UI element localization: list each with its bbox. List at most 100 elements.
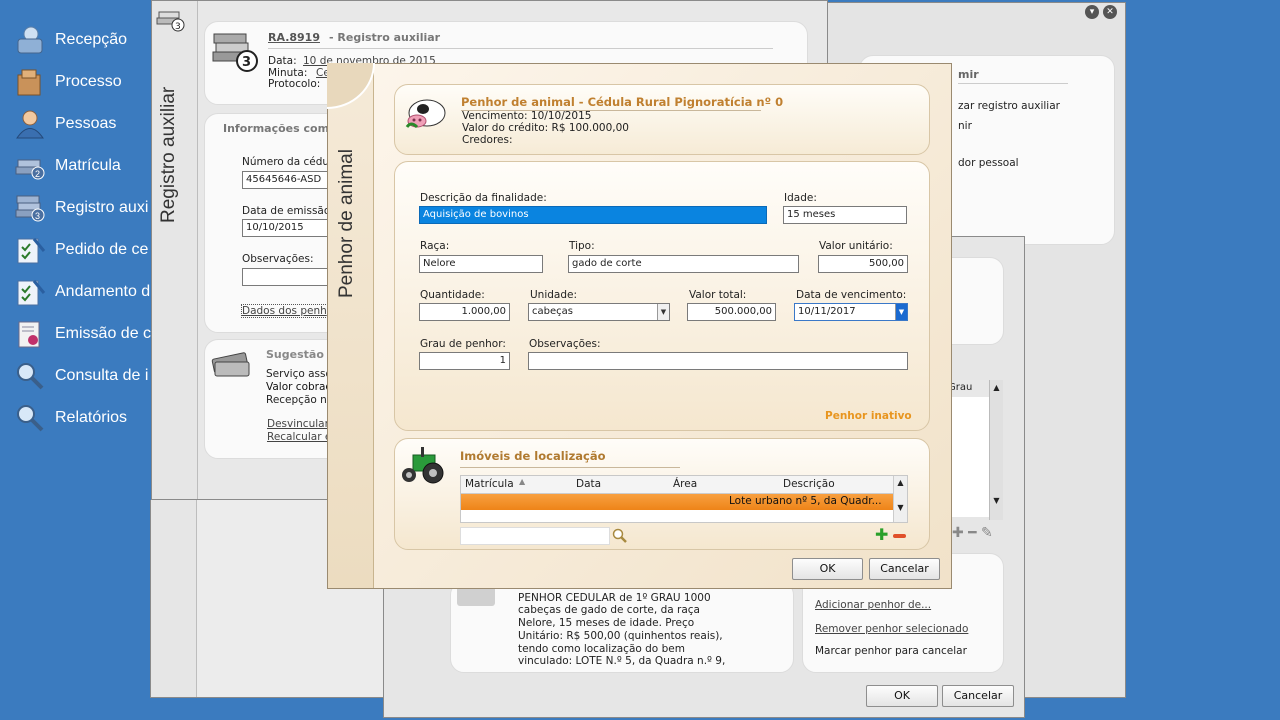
registro-subtitle: - Registro auxiliar <box>329 31 441 44</box>
vencimento-text: Vencimento: 10/10/2015 <box>462 110 592 122</box>
books-2-icon: 2 <box>14 151 46 181</box>
protocolo-label: Protocolo: <box>268 78 321 90</box>
valor-total-label: Valor total: <box>689 289 747 301</box>
sidebar-item-label: Registro auxi <box>55 199 149 216</box>
obs-label: Observações: <box>242 253 314 265</box>
servico-text: Serviço asso <box>266 368 332 380</box>
mid-cancel-button[interactable]: Cancelar <box>942 685 1014 707</box>
emissao-label: Data de emissão <box>242 205 331 217</box>
right-line[interactable]: nir <box>958 120 972 132</box>
unidade-value: cabeças <box>532 306 573 317</box>
sidebar-item-processo[interactable]: Processo <box>14 67 122 97</box>
descricao-input[interactable]: Aquisição de bovinos <box>419 206 767 224</box>
sidebar-item-recepcao[interactable]: Recepção <box>14 25 127 55</box>
table-row[interactable]: Lote urbano nº 5, da Quadr... <box>461 494 895 510</box>
idade-input[interactable]: 15 meses <box>783 206 907 224</box>
grid-scrollbar[interactable]: ▲ ▼ <box>893 476 907 522</box>
penhor-vertical-title: Penhor de animal <box>336 149 357 298</box>
add-remove-edit-icon[interactable]: ✚ ━ ✎ <box>952 525 993 541</box>
svg-text:3: 3 <box>35 211 40 221</box>
column-matricula[interactable]: Matrícula <box>465 478 514 490</box>
sidebar-item-matricula[interactable]: 2 Matrícula <box>14 151 121 181</box>
sidebar-item-label: Pedido de ce <box>55 241 149 258</box>
sidebar-item-label: Pessoas <box>55 115 117 132</box>
column-descricao[interactable]: Descrição <box>783 478 835 490</box>
obs-input[interactable] <box>528 352 908 370</box>
description-line: Unitário: R$ 500,00 (quinhentos reais), <box>518 630 723 642</box>
books-3-icon: 3 <box>154 3 188 33</box>
money-icon <box>457 586 495 606</box>
valor-credito-text: Valor do crédito: R$ 100.000,00 <box>462 122 629 134</box>
sidebar-item-pessoas[interactable]: Pessoas <box>14 109 116 139</box>
data-vencimento-value: 10/11/2017 <box>798 306 856 317</box>
grau-label: Grau de penhor: <box>420 338 506 350</box>
column-area[interactable]: Área <box>673 478 697 490</box>
scrollbar[interactable]: ▲ ▼ <box>989 380 1003 520</box>
sidebar-item-andamento[interactable]: Andamento d <box>14 277 150 307</box>
raca-input[interactable]: Nelore <box>419 255 543 273</box>
remove-icon[interactable] <box>893 534 906 538</box>
sidebar-item-emissao[interactable]: Emissão de c <box>14 319 151 349</box>
chevron-down-icon[interactable]: ▼ <box>657 304 669 320</box>
cow-icon <box>399 93 449 133</box>
right-panel-heading: mir <box>958 68 979 81</box>
penhor-title: Penhor de animal - Cédula Rural Pignorat… <box>461 95 784 109</box>
remove-penhor-link[interactable]: Remover penhor selecionado <box>815 623 968 635</box>
data-vencimento-select[interactable]: 10/11/2017 ▼ <box>794 303 908 321</box>
registro-code-link[interactable]: RA.8919 <box>268 31 320 44</box>
numero-label: Número da cédu <box>242 156 330 168</box>
add-icon[interactable]: ✚ <box>875 527 889 543</box>
close-icon[interactable]: ✕ <box>1103 5 1117 19</box>
reception-icon <box>14 25 46 55</box>
sidebar-item-label: Recepção <box>55 31 128 48</box>
valor-unitario-input[interactable]: 500,00 <box>818 255 908 273</box>
imoveis-search-input[interactable] <box>460 527 610 545</box>
tractor-icon <box>397 443 449 487</box>
quantidade-label: Quantidade: <box>420 289 485 301</box>
sidebar-item-registro[interactable]: 3 Registro auxi <box>14 193 148 223</box>
sidebar-item-label: Consulta de i <box>55 367 149 384</box>
mark-penhor-cancel[interactable]: Marcar penhor para cancelar <box>815 645 967 657</box>
desvincular-link[interactable]: Desvincular <box>267 418 329 430</box>
checklist-icon <box>14 235 46 265</box>
description-line: Nelore, 15 meses de idade. Preço <box>518 617 695 629</box>
valor-total-input[interactable]: 500.000,00 <box>687 303 776 321</box>
registro-vertical-title: Registro auxiliar <box>158 86 179 223</box>
description-line: cabeças de gado de corte, da raça <box>518 604 700 616</box>
ok-button[interactable]: OK <box>792 558 863 580</box>
sidebar-item-consulta[interactable]: Consulta de i <box>14 361 148 391</box>
penhor-vertical-tab: Penhor de animal <box>328 64 374 588</box>
grid-header: Matrícula ▲ Data Área Descrição <box>461 476 895 494</box>
checklist-icon <box>14 277 46 307</box>
svg-text:2: 2 <box>35 169 40 179</box>
cancel-button[interactable]: Cancelar <box>869 558 940 580</box>
valor-unitario-label: Valor unitário: <box>819 240 893 252</box>
money-icon <box>209 348 253 382</box>
right-line[interactable]: zar registro auxiliar <box>958 100 1060 112</box>
sugestao-title: Sugestão <box>266 348 324 361</box>
chevron-down-icon[interactable]: ▼ <box>895 304 907 320</box>
sidebar-item-label: Emissão de c <box>55 325 152 342</box>
search-icon[interactable] <box>612 528 628 544</box>
tipo-input[interactable]: gado de corte <box>568 255 799 273</box>
description-line: vinculado: LOTE N.º 5, da Quadra n.º 9, <box>518 655 726 667</box>
books-3-icon: 3 <box>14 193 46 223</box>
description-line: tendo como localização do bem <box>518 643 685 655</box>
right-line[interactable]: dor pessoal <box>958 157 1019 169</box>
mid-ok-button[interactable]: OK <box>866 685 938 707</box>
minimize-icon[interactable]: ▾ <box>1085 5 1099 19</box>
sidebar-item-relatorios[interactable]: Relatórios <box>14 403 127 433</box>
dados-penhor-link[interactable]: Dados dos penh <box>241 304 328 318</box>
grau-input[interactable]: 1 <box>419 352 510 370</box>
imoveis-grid: Matrícula ▲ Data Área Descrição Lote urb… <box>460 475 908 523</box>
tipo-label: Tipo: <box>569 240 595 252</box>
quantidade-input[interactable]: 1.000,00 <box>419 303 510 321</box>
unidade-select[interactable]: cabeças ▼ <box>528 303 670 321</box>
add-penhor-link[interactable]: Adicionar penhor de... <box>815 599 931 611</box>
recalcular-link[interactable]: Recalcular e <box>267 431 331 443</box>
column-data[interactable]: Data <box>576 478 601 490</box>
sidebar-item-label: Relatórios <box>55 409 128 426</box>
row-descricao: Lote urbano nº 5, da Quadr... <box>729 495 882 507</box>
description-panel: PENHOR CEDULAR de 1º GRAU 1000 cabeças d… <box>450 581 794 673</box>
sidebar-item-pedido[interactable]: Pedido de ce <box>14 235 148 265</box>
